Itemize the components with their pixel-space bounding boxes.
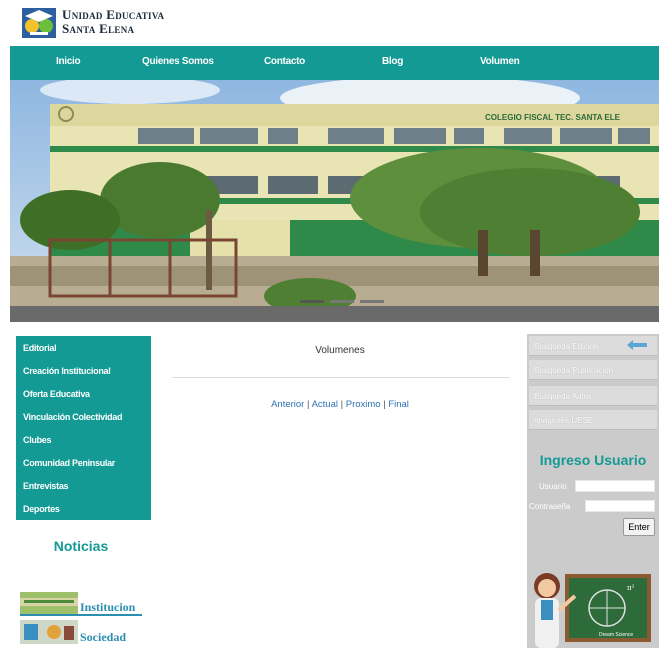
- site-logo[interactable]: Unidad Educativa Santa Elena: [22, 6, 222, 42]
- pager-last-link[interactable]: Final: [388, 399, 409, 410]
- chalkboard-caption: Dream Science: [599, 632, 633, 638]
- logo-line-1: Unidad Educativa: [62, 7, 165, 22]
- menu-item-deportes[interactable]: Deportes: [16, 503, 151, 526]
- news-label-sociedad[interactable]: Sociedad: [80, 630, 126, 645]
- menu-item-comunidad-peninsular[interactable]: Comunidad Peninsular: [16, 457, 151, 480]
- slider-dot-3[interactable]: [360, 300, 384, 303]
- search-edition-label: Busqueda Edición: [534, 342, 599, 351]
- username-input[interactable]: [575, 480, 655, 492]
- search-publication-button[interactable]: Busqueda Publicación: [529, 360, 657, 380]
- login-title: Ingreso Usuario: [539, 452, 647, 468]
- menu-item-oferta-educativa[interactable]: Oferta Educativa: [16, 388, 151, 411]
- nav-blog[interactable]: Blog: [382, 56, 403, 67]
- news-thumbnail-institucion: [20, 592, 78, 616]
- search-author-button[interactable]: Busqueda Autor: [529, 386, 657, 406]
- news-heading: Noticias: [53, 538, 109, 554]
- images-uese-label: Imagenes UESE: [534, 416, 594, 425]
- svg-text:π²: π²: [627, 584, 635, 592]
- left-menu: Editorial Creación Institucional Oferta …: [16, 336, 151, 520]
- nav-inicio[interactable]: Inicio: [56, 56, 81, 67]
- right-sidebar: Busqueda Edición Busqueda Publicación Bu…: [527, 334, 659, 648]
- search-edition-button[interactable]: Busqueda Edición: [529, 336, 657, 356]
- images-uese-button[interactable]: Imagenes UESE: [529, 410, 657, 430]
- pager: Anterior | Actual | Proximo | Final: [160, 399, 520, 410]
- menu-item-vinculacion-colectividad[interactable]: Vinculación Colectividad: [16, 411, 151, 434]
- news-label-institucion[interactable]: Institucion: [80, 600, 135, 615]
- logo-line-2: Santa Elena: [62, 21, 135, 36]
- nav-contacto[interactable]: Contacto: [264, 56, 305, 67]
- content-divider: [172, 377, 510, 378]
- username-label: Usuario: [539, 482, 567, 491]
- pager-current-link[interactable]: Actual: [312, 399, 338, 410]
- logo-text: Unidad Educativa Santa Elena: [62, 8, 164, 36]
- main-nav: Inicio Quienes Somos Contacto Blog Volum…: [10, 46, 659, 80]
- school-logo-icon: [22, 8, 56, 38]
- slider-dot-2[interactable]: [330, 300, 354, 303]
- menu-item-entrevistas[interactable]: Entrevistas: [16, 480, 151, 503]
- slider-dot-1[interactable]: [300, 300, 324, 303]
- enter-button[interactable]: Enter: [623, 518, 655, 536]
- password-label: Contraseña: [529, 502, 571, 511]
- nav-volumen[interactable]: Volumen: [480, 56, 520, 67]
- pager-prev-link[interactable]: Anterior: [271, 399, 304, 410]
- school-banner-image: COLEGIO FISCAL TEC. SANTA ELE: [10, 80, 659, 322]
- banner-sign-text: COLEGIO FISCAL TEC. SANTA ELE: [485, 113, 621, 122]
- search-publication-label: Busqueda Publicación: [534, 366, 614, 375]
- nav-quienes-somos[interactable]: Quienes Somos: [142, 56, 214, 67]
- menu-item-creacion-institucional[interactable]: Creación Institucional: [16, 365, 151, 388]
- password-input[interactable]: [585, 500, 655, 512]
- news-divider: [20, 614, 142, 616]
- news-thumbnail-sociedad: [20, 620, 78, 644]
- back-arrow-icon[interactable]: [627, 340, 647, 350]
- pager-next-link[interactable]: Proximo: [346, 399, 381, 410]
- teacher-chalkboard-illustration: π² Dream Science: [534, 573, 651, 648]
- menu-item-editorial[interactable]: Editorial: [16, 342, 151, 365]
- news-item-sociedad[interactable]: Sociedad: [20, 620, 142, 646]
- menu-item-clubes[interactable]: Clubes: [16, 434, 151, 457]
- volumes-title: Volumenes: [315, 345, 365, 356]
- search-author-label: Busqueda Autor: [534, 392, 591, 401]
